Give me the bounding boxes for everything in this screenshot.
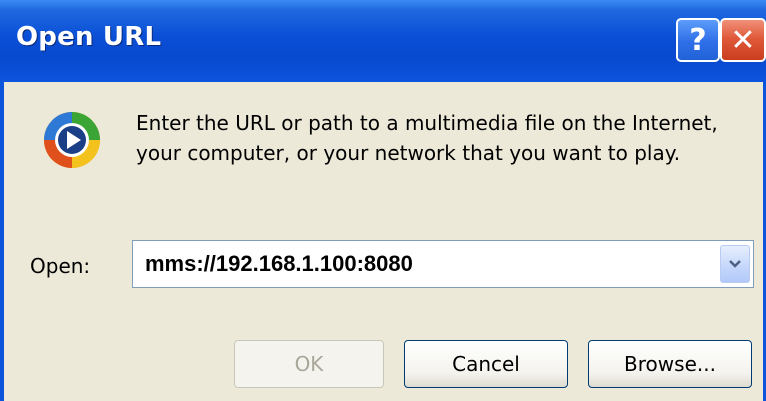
ok-button[interactable]: OK [234, 340, 384, 388]
help-icon: ? [689, 22, 707, 58]
help-button[interactable]: ? [676, 18, 720, 62]
url-combobox[interactable]: mms://192.168.1.100:8080 [132, 240, 754, 288]
open-label: Open: [30, 254, 91, 278]
dropdown-button[interactable] [720, 245, 750, 283]
windows-media-player-icon [44, 112, 100, 168]
dialog-title: Open URL [16, 22, 162, 52]
instruction-text: Enter the URL or path to a multimedia fi… [136, 111, 718, 165]
dialog-body: Enter the URL or path to a multimedia fi… [0, 82, 766, 401]
title-bar[interactable]: Open URL ? ✕ [0, 0, 766, 82]
browse-button[interactable]: Browse... [588, 340, 752, 388]
url-input[interactable]: mms://192.168.1.100:8080 [145, 251, 413, 277]
cancel-button[interactable]: Cancel [404, 340, 568, 388]
open-url-dialog: Open URL ? ✕ Enter the URL or path to a … [0, 0, 766, 401]
close-icon: ✕ [730, 22, 756, 58]
close-button[interactable]: ✕ [720, 18, 766, 62]
chevron-down-icon [729, 260, 741, 268]
